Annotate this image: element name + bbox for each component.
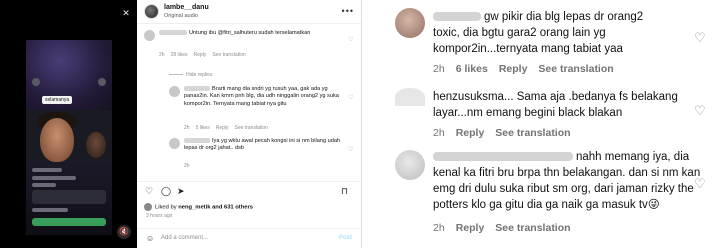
post-panel: lambe__danu Original audio ••• Untung ib… xyxy=(137,0,362,248)
liked-by-others[interactable]: and 631 others xyxy=(212,205,253,211)
comment-time: 2h xyxy=(433,222,445,234)
see-translation-button[interactable]: See translation xyxy=(212,52,245,58)
comment-avatar[interactable] xyxy=(395,150,425,180)
liked-by-line: Liked by neng_metik and 631 others xyxy=(144,203,253,211)
comment-avatar[interactable] xyxy=(395,8,425,38)
liked-by-label: Liked by xyxy=(155,204,177,211)
post-comment-button[interactable]: Post xyxy=(339,235,352,241)
reply-likes[interactable]: 5 likes xyxy=(196,125,210,131)
video-overlay-line xyxy=(32,176,76,180)
comment-body: Untung ibu @fitri_salhuteru sudah tersel… xyxy=(189,30,311,36)
video-dot xyxy=(32,78,40,86)
comment-text: potters klo ga gitu dia ga naik ga masuk… xyxy=(433,199,660,211)
close-icon[interactable]: ✕ xyxy=(121,8,131,18)
comment-time: 2h xyxy=(433,127,445,139)
comment-likes[interactable]: 28 likes xyxy=(171,52,188,58)
blurred-username xyxy=(184,86,210,92)
reply-avatar[interactable] xyxy=(169,86,180,97)
post-time-ago: 3 hours ago xyxy=(146,213,173,219)
heart-icon[interactable]: ♡ xyxy=(348,94,353,101)
comment-reply-button[interactable]: Reply xyxy=(194,52,207,58)
video-dot xyxy=(98,78,106,86)
reply-time: 2h xyxy=(184,125,190,131)
comment-text: emg dri dulu suka ribut sm org, dari jam… xyxy=(433,183,694,195)
heart-icon[interactable]: ♡ xyxy=(348,146,353,153)
see-translation-button[interactable]: See translation xyxy=(538,63,613,75)
blurred-username xyxy=(433,12,481,22)
reply-time: 2h xyxy=(184,163,190,169)
emoji-icon[interactable]: ☺ xyxy=(146,234,154,243)
hide-replies-label: Hide replies xyxy=(186,72,213,78)
avatar[interactable] xyxy=(144,4,159,19)
reply-text: Iya yg wktu awal pecah kongsi ini si nm … xyxy=(184,138,344,153)
add-comment-row: ☺ Add a comment... Post xyxy=(137,228,361,248)
heart-icon[interactable]: ♡ xyxy=(694,30,706,46)
comment-text: toxic, dia bgtu gara2 orang lain yg xyxy=(433,27,606,39)
liked-by-user[interactable]: neng_metik xyxy=(178,205,210,211)
comment-text: Untung ibu @fitri_salhuteru sudah tersel… xyxy=(159,30,339,37)
comment-reply-button[interactable]: Reply xyxy=(456,222,485,234)
reply-reply-button[interactable]: Reply xyxy=(216,125,229,131)
comment-text: layar...nm emang begini black blakan xyxy=(433,107,623,119)
blurred-username xyxy=(433,152,573,162)
comment-meta: 2h 28 likes Reply See translation xyxy=(159,52,252,58)
blurred-username xyxy=(159,30,187,36)
video-frame[interactable]: selamanya xyxy=(26,40,112,235)
speaker-muted-icon[interactable]: 🔇 xyxy=(117,225,131,239)
person-face xyxy=(40,118,74,162)
heart-icon[interactable]: ♡ xyxy=(348,36,353,43)
avatar[interactable] xyxy=(144,203,152,211)
comment-meta: 2h Reply See translation xyxy=(433,127,582,139)
hide-replies-button[interactable]: Hide replies xyxy=(169,72,212,78)
reply-meta: 2h xyxy=(184,163,196,169)
video-overlay-line xyxy=(32,183,56,187)
bookmark-icon[interactable]: ⊓ xyxy=(341,186,348,196)
video-chat-box xyxy=(32,190,106,204)
video-name-tag: selamanya xyxy=(42,96,73,104)
comment-reply-button[interactable]: Reply xyxy=(499,63,528,75)
post-header: lambe__danu Original audio ••• xyxy=(137,0,361,24)
comment-reply-button[interactable]: Reply xyxy=(456,127,485,139)
heart-icon[interactable]: ♡ xyxy=(694,103,706,119)
comment-text: nahh memang iya, dia xyxy=(576,151,690,163)
comment-line: nahh memang iya, dia xyxy=(433,150,689,166)
heart-icon[interactable]: ♡ xyxy=(145,186,153,196)
add-comment-input[interactable]: Add a comment... xyxy=(161,235,208,241)
video-overlay-line xyxy=(32,168,62,172)
video-overlay-bar xyxy=(32,218,106,226)
post-actions-bar: ♡ ◯ ➤ ⊓ xyxy=(137,181,361,201)
comment-avatar[interactable] xyxy=(144,30,155,41)
person-face-secondary xyxy=(86,132,106,158)
comment-likes[interactable]: 6 likes xyxy=(456,63,488,75)
comment-meta: 2h Reply See translation xyxy=(433,222,582,234)
comment-text: kenal ka fitri bru brpa thn belakangan. … xyxy=(433,167,701,179)
comment-text: henzusuksma... Sama aja .bedanya fs bela… xyxy=(433,91,678,103)
comment-time: 2h xyxy=(159,52,165,58)
reel-video-panel[interactable]: selamanya ✕ 🔇 xyxy=(0,0,137,248)
post-audio[interactable]: Original audio xyxy=(164,13,198,19)
reply-text: Brarti mang dia sndri yg rusuh yaa, gak … xyxy=(184,86,344,108)
video-overlay-line xyxy=(32,208,68,212)
comment-meta: 2h 6 likes Reply See translation xyxy=(433,63,625,75)
more-horizontal-icon[interactable]: ••• xyxy=(342,6,354,16)
blurred-username xyxy=(184,138,210,144)
heart-icon[interactable]: ♡ xyxy=(694,176,706,192)
post-username[interactable]: lambe__danu xyxy=(164,4,209,11)
comment-icon[interactable]: ◯ xyxy=(161,186,171,196)
comment-time: 2h xyxy=(433,63,445,75)
share-icon[interactable]: ➤ xyxy=(177,186,185,196)
comment-avatar[interactable] xyxy=(395,88,425,106)
comment-text: kompor2in...ternyata mang tabiat yaa xyxy=(433,43,623,55)
comment-text: gw pikir dia blg lepas dr orang2 xyxy=(484,11,644,23)
reply-meta: 2h 5 likes Reply See translation xyxy=(184,125,274,131)
reply-avatar[interactable] xyxy=(169,138,180,149)
see-translation-button[interactable]: See translation xyxy=(495,127,570,139)
see-translation-button[interactable]: See translation xyxy=(235,125,268,131)
comment-line: gw pikir dia blg lepas dr orang2 xyxy=(433,10,643,26)
divider xyxy=(169,74,183,76)
see-translation-button[interactable]: See translation xyxy=(495,222,570,234)
